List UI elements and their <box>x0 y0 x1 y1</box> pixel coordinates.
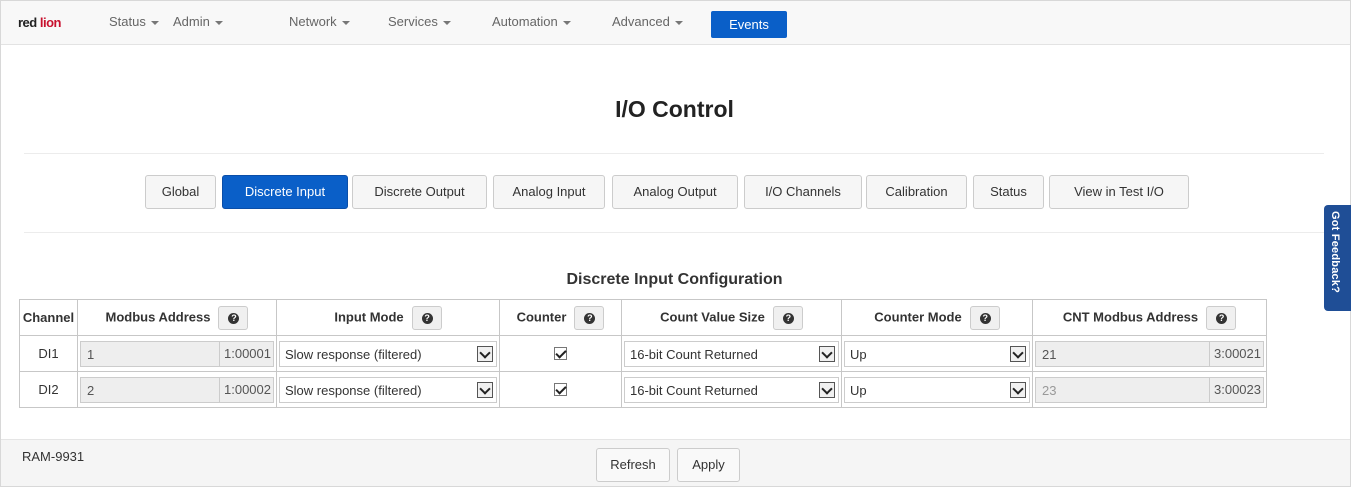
counter-cell <box>499 371 622 408</box>
question-icon: ? <box>421 312 433 324</box>
question-icon: ? <box>1216 312 1228 324</box>
channel-cell: DI2 <box>19 371 78 408</box>
tab-discrete-output[interactable]: Discrete Output <box>352 175 487 209</box>
caret-down-icon <box>563 20 572 25</box>
input-mode-select[interactable]: Slow response (filtered) <box>279 340 497 367</box>
counter-cell <box>499 335 622 372</box>
help-button[interactable]: ? <box>574 305 605 330</box>
nav-advanced-label: Advanced <box>612 14 670 29</box>
nav-advanced-menu[interactable]: Advanced <box>612 14 684 29</box>
cnt-modbus-address-ref: 3:00023 <box>1209 377 1263 402</box>
caret-down-icon <box>443 20 452 25</box>
help-button[interactable]: ? <box>969 305 1000 330</box>
discrete-input-table: Channel Modbus Address? Input Mode? Coun… <box>19 299 1267 408</box>
page-frame <box>0 0 1351 487</box>
counter-mode-select[interactable]: Up <box>844 340 1030 367</box>
help-button[interactable]: ? <box>411 305 442 330</box>
section-title: Discrete Input Configuration <box>566 271 783 288</box>
col-header-modbus-address: Modbus Address? <box>77 299 277 336</box>
footer-bar <box>1 439 1350 486</box>
question-icon: ? <box>584 312 596 324</box>
cnt-modbus-address-cell: 23 3:00023 <box>1032 371 1267 408</box>
tab-calibration[interactable]: Calibration <box>866 175 967 209</box>
cnt-modbus-address-input[interactable]: 23 3:00023 <box>1035 376 1264 403</box>
nav-admin-label: Admin <box>173 14 210 29</box>
cnt-modbus-address-ref: 3:00021 <box>1209 341 1263 366</box>
modbus-address-cell: 2 1:00002 <box>77 371 277 408</box>
chevron-down-icon <box>1010 381 1026 398</box>
counter-checkbox[interactable] <box>554 347 567 360</box>
feedback-tab[interactable]: Got Feedback? <box>1324 205 1351 311</box>
nav-status-label: Status <box>109 14 146 29</box>
page-title: I/O Control <box>615 96 734 122</box>
counter-mode-cell: Up <box>841 371 1033 408</box>
count-value-size-cell: 16-bit Count Returned <box>621 335 842 372</box>
chevron-down-icon <box>819 345 835 362</box>
nav-automation-menu[interactable]: Automation <box>492 14 572 29</box>
table-header-row: Channel Modbus Address? Input Mode? Coun… <box>19 299 1267 336</box>
caret-down-icon <box>215 20 224 25</box>
question-icon: ? <box>228 312 240 324</box>
caret-down-icon <box>675 20 684 25</box>
input-mode-select[interactable]: Slow response (filtered) <box>279 376 497 403</box>
chevron-down-icon <box>477 345 493 362</box>
chevron-down-icon <box>819 381 835 398</box>
nav-automation-label: Automation <box>492 14 558 29</box>
modbus-address-cell: 1 1:00001 <box>77 335 277 372</box>
apply-button[interactable]: Apply <box>677 448 740 482</box>
modbus-address-ref: 1:00001 <box>219 341 273 366</box>
nav-services-label: Services <box>388 14 438 29</box>
refresh-button[interactable]: Refresh <box>596 448 670 482</box>
tab-io-channels[interactable]: I/O Channels <box>744 175 862 209</box>
tab-view-in-test-io[interactable]: View in Test I/O <box>1049 175 1189 209</box>
cnt-modbus-address-cell: 21 3:00021 <box>1032 335 1267 372</box>
count-value-size-cell: 16-bit Count Returned <box>621 371 842 408</box>
table-row: DI2 2 1:00002 Slow response (filtered) 16… <box>19 371 1267 408</box>
counter-mode-select[interactable]: Up <box>844 376 1030 403</box>
input-mode-cell: Slow response (filtered) <box>276 335 500 372</box>
counter-mode-cell: Up <box>841 335 1033 372</box>
tab-global[interactable]: Global <box>145 175 216 209</box>
red-lion-logo[interactable]: red lion <box>18 15 61 30</box>
help-button[interactable]: ? <box>218 305 249 330</box>
caret-down-icon <box>342 20 351 25</box>
col-header-counter-mode: Counter Mode? <box>841 299 1033 336</box>
divider <box>24 153 1324 154</box>
nav-admin-menu[interactable]: Admin <box>173 14 224 29</box>
nav-events-button[interactable]: Events <box>711 11 787 38</box>
col-header-counter: Counter? <box>499 299 622 336</box>
count-value-size-select[interactable]: 16-bit Count Returned <box>624 340 839 367</box>
nav-network-menu[interactable]: Network <box>289 14 351 29</box>
col-header-input-mode: Input Mode? <box>276 299 500 336</box>
tab-discrete-input[interactable]: Discrete Input <box>222 175 348 209</box>
modbus-address-input[interactable]: 1 1:00001 <box>80 340 274 367</box>
count-value-size-select[interactable]: 16-bit Count Returned <box>624 376 839 403</box>
nav-services-menu[interactable]: Services <box>388 14 452 29</box>
device-id: RAM-9931 <box>22 449 85 464</box>
tab-analog-input[interactable]: Analog Input <box>493 175 605 209</box>
col-header-count-value-size: Count Value Size? <box>621 299 842 336</box>
col-header-channel: Channel <box>19 299 78 336</box>
top-navbar: red lion Status Admin Network Services A… <box>1 1 1350 45</box>
col-header-cnt-modbus-address: CNT Modbus Address? <box>1032 299 1267 336</box>
question-icon: ? <box>782 312 794 324</box>
nav-status-menu[interactable]: Status <box>109 14 160 29</box>
help-button[interactable]: ? <box>1206 305 1237 330</box>
question-icon: ? <box>979 312 991 324</box>
help-button[interactable]: ? <box>772 305 803 330</box>
tab-analog-output[interactable]: Analog Output <box>612 175 738 209</box>
divider <box>24 232 1324 233</box>
chevron-down-icon <box>1010 345 1026 362</box>
cnt-modbus-address-input[interactable]: 21 3:00021 <box>1035 340 1264 367</box>
input-mode-cell: Slow response (filtered) <box>276 371 500 408</box>
table-row: DI1 1 1:00001 Slow response (filtered) 16… <box>19 335 1267 372</box>
caret-down-icon <box>151 20 160 25</box>
channel-cell: DI1 <box>19 335 78 372</box>
tab-status[interactable]: Status <box>973 175 1044 209</box>
modbus-address-input[interactable]: 2 1:00002 <box>80 376 274 403</box>
counter-checkbox[interactable] <box>554 383 567 396</box>
modbus-address-ref: 1:00002 <box>219 377 273 402</box>
chevron-down-icon <box>477 381 493 398</box>
nav-network-label: Network <box>289 14 337 29</box>
